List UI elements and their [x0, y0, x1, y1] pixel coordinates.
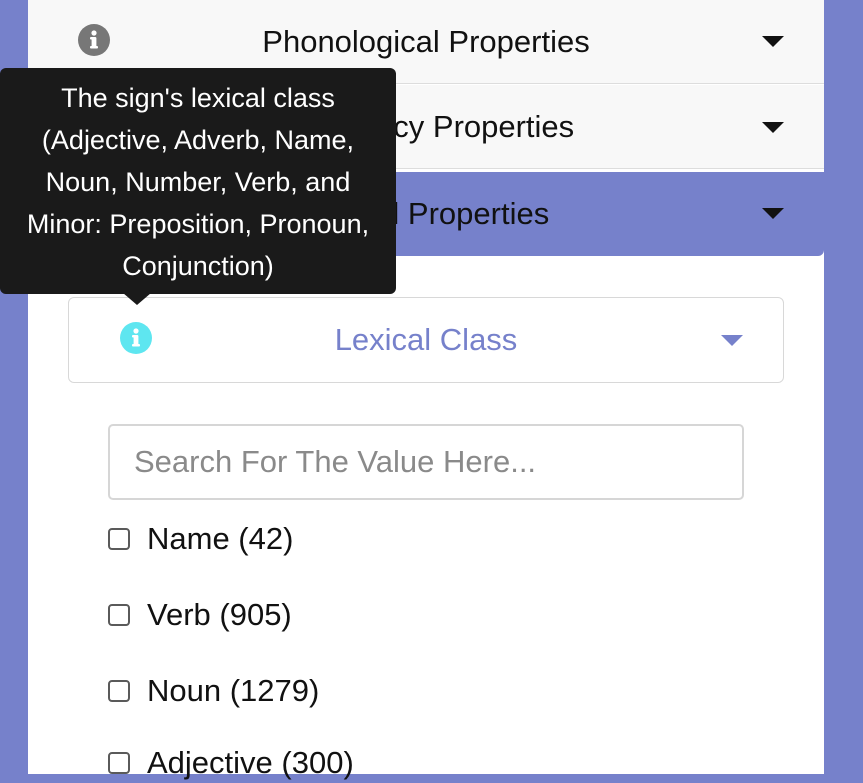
checkbox-option[interactable]: Name (42)	[108, 519, 293, 559]
tooltip-line: Noun, Number, Verb, and	[45, 167, 351, 197]
chevron-down-icon	[762, 208, 784, 219]
checkbox[interactable]	[108, 680, 130, 702]
checkbox[interactable]	[108, 752, 130, 774]
checkbox-option[interactable]: Adjective (300)	[108, 743, 354, 783]
tooltip-line: Minor: Preposition, Pronoun,	[26, 209, 370, 239]
chevron-down-icon	[762, 122, 784, 133]
checkbox-label: Adjective (300)	[147, 745, 354, 780]
chevron-down-icon	[762, 36, 784, 47]
tooltip-line: The sign's lexical class	[61, 83, 335, 113]
accordion-title: Lexical Class	[334, 322, 518, 357]
checkbox-label: Noun (1279)	[147, 673, 320, 708]
tooltip-line: (Adjective, Adverb, Name,	[41, 125, 355, 155]
checkbox[interactable]	[108, 528, 130, 550]
checkbox[interactable]	[108, 604, 130, 626]
tooltip-line: Conjunction)	[122, 251, 274, 281]
checkbox-option[interactable]: Verb (905)	[108, 595, 292, 635]
checkbox-label: Name (42)	[147, 521, 294, 556]
chevron-down-icon	[721, 335, 743, 346]
tooltip: The sign's lexical class (Adjective, Adv…	[0, 68, 396, 294]
search-input[interactable]	[108, 424, 744, 500]
tooltip-arrow	[123, 293, 151, 305]
checkbox-option[interactable]: Noun (1279)	[108, 671, 319, 711]
accordion-lexical-class[interactable]: Lexical Class	[68, 297, 784, 383]
checkbox-label: Verb (905)	[147, 597, 292, 632]
